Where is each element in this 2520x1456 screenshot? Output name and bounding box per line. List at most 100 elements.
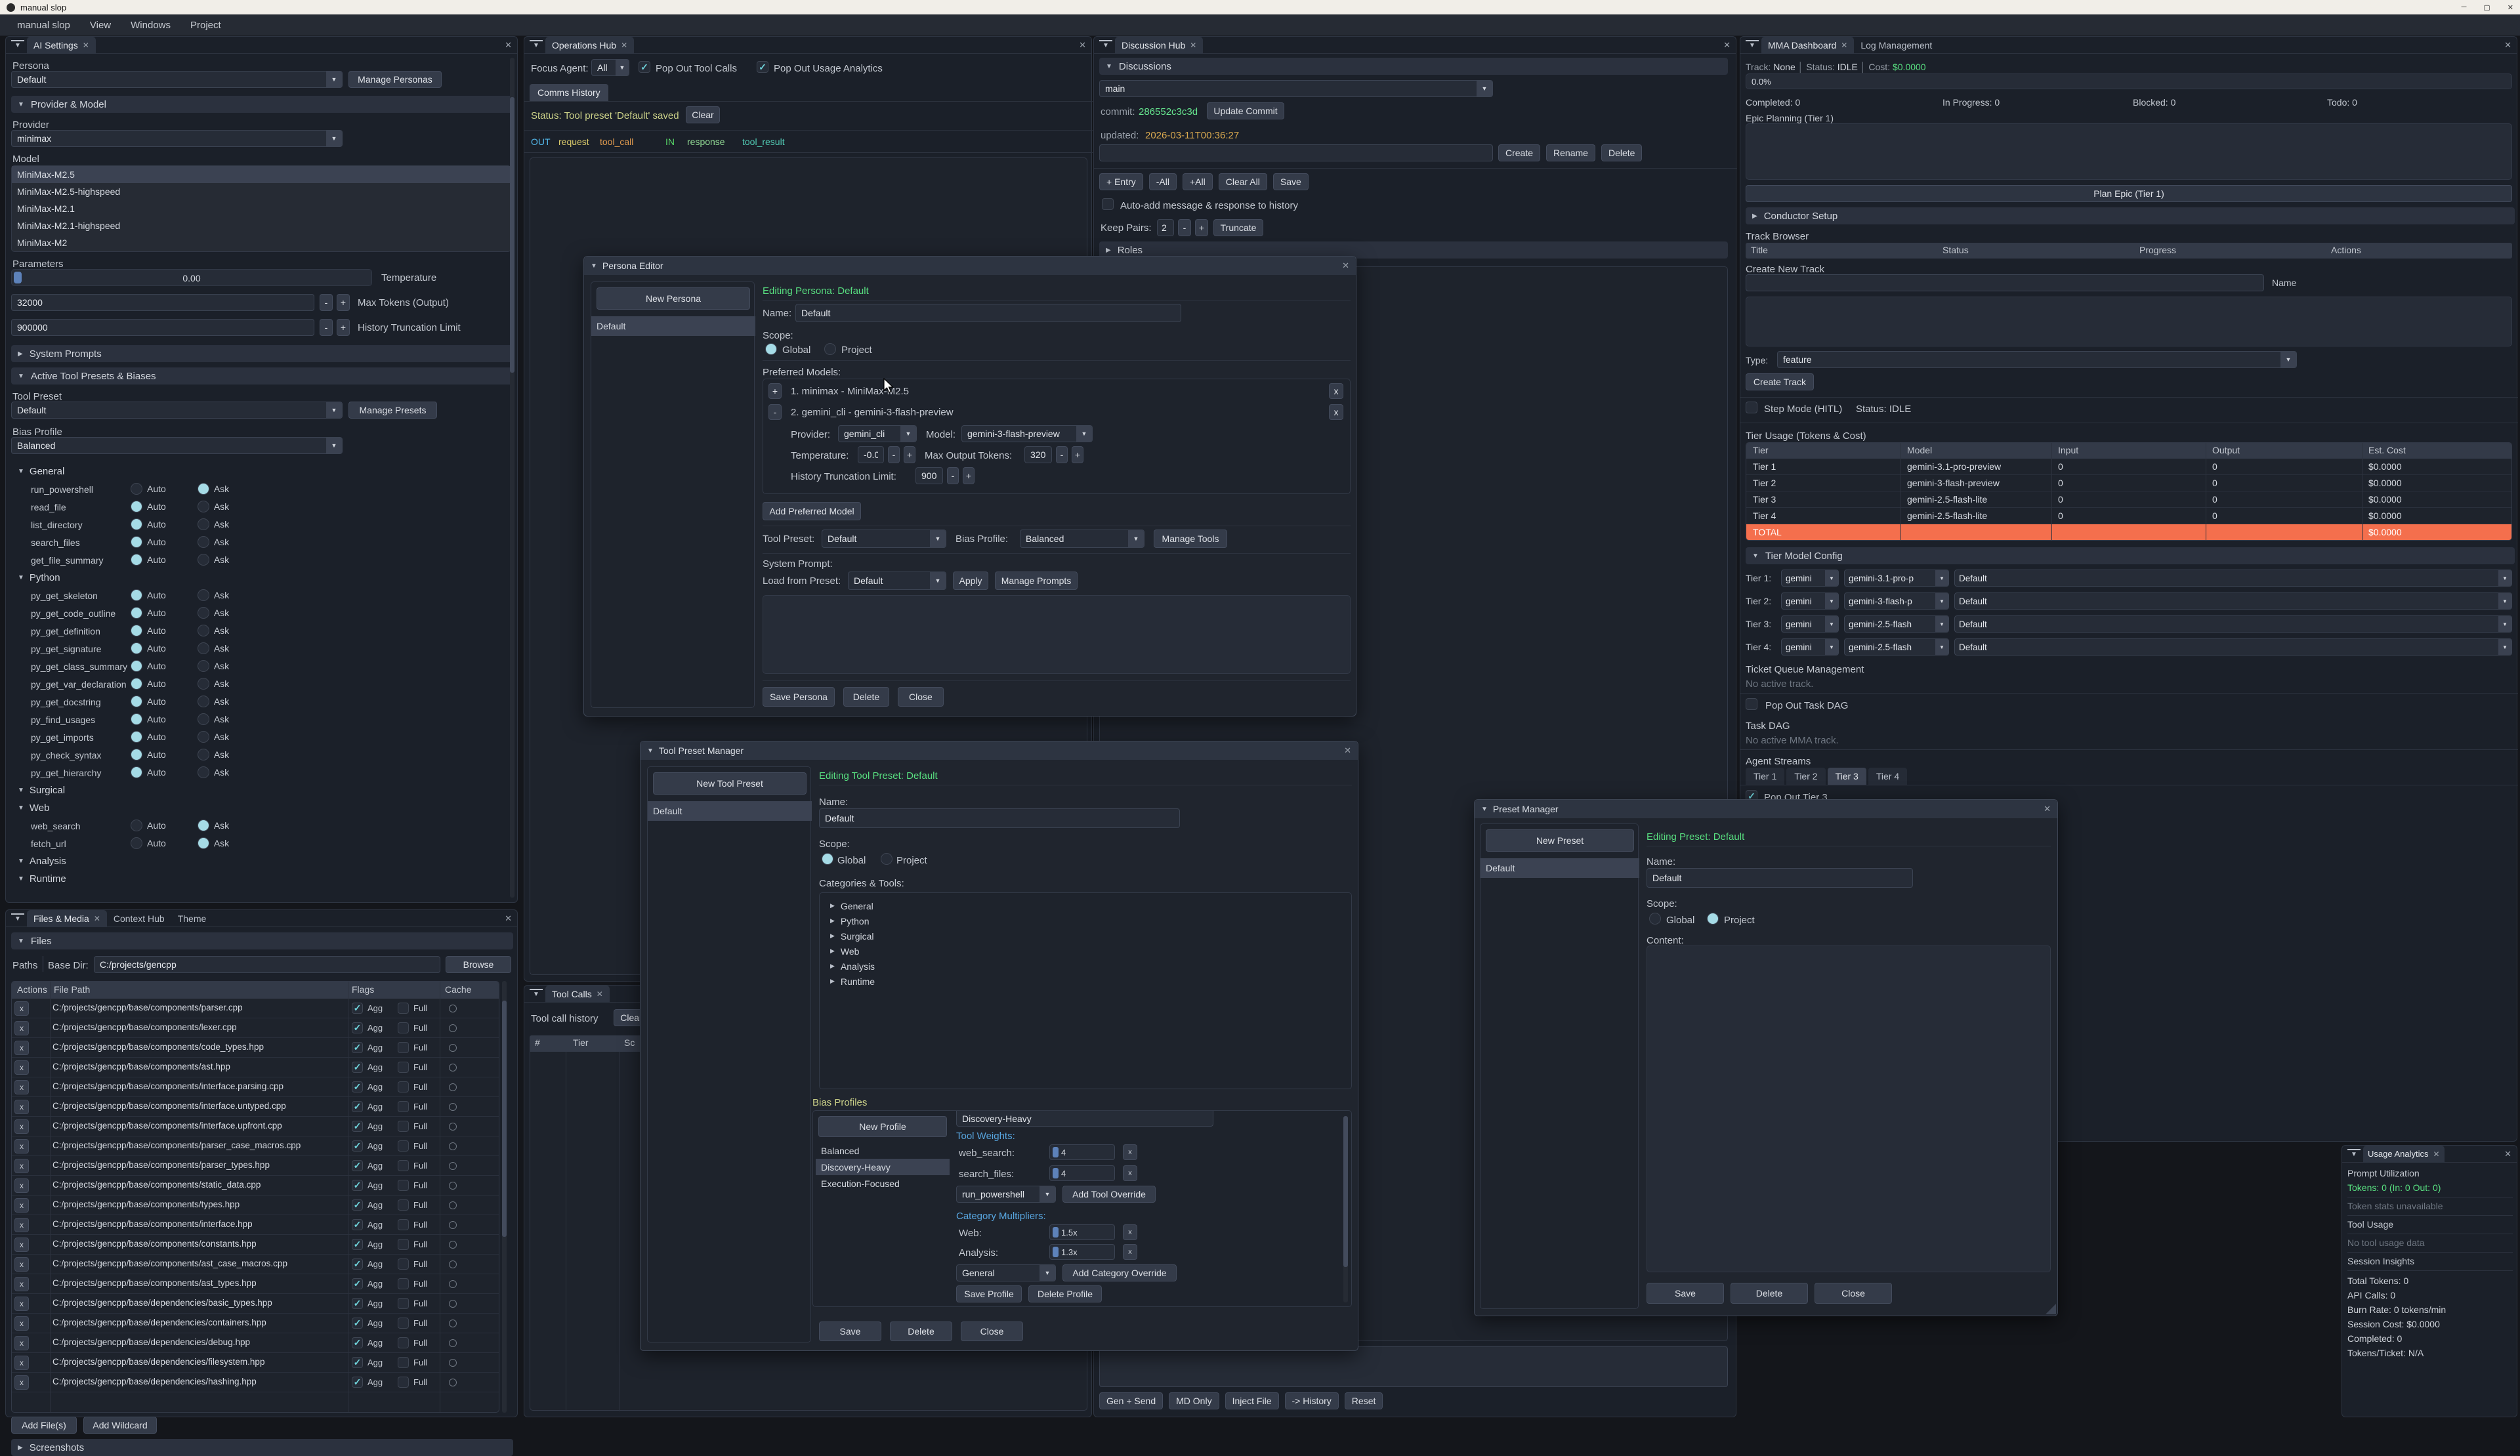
- provider-dropdown[interactable]: minimax▼: [11, 130, 343, 147]
- new-preset-button[interactable]: New Preset: [1486, 829, 1634, 852]
- panel-close-icon[interactable]: ✕: [505, 40, 512, 51]
- max-tokens-input[interactable]: [11, 294, 314, 311]
- agg-checkbox[interactable]: ✓: [352, 1199, 363, 1211]
- discussion-name-input[interactable]: [1099, 144, 1493, 161]
- tab-theme[interactable]: Theme: [171, 910, 213, 927]
- category-row[interactable]: ▶General: [820, 898, 1351, 913]
- tab-close-icon[interactable]: ✕: [83, 41, 89, 50]
- discussions-section[interactable]: ▼Discussions: [1099, 58, 1728, 75]
- remove-file-button[interactable]: x: [14, 1041, 29, 1055]
- auto-radio[interactable]: [131, 589, 142, 601]
- max-output-decrement-button[interactable]: -: [1056, 446, 1068, 463]
- auto-radio[interactable]: [131, 660, 142, 672]
- tab-close-icon[interactable]: ✕: [2433, 1150, 2440, 1159]
- tool-preset-dropdown[interactable]: Default▼: [11, 402, 343, 419]
- category-row[interactable]: ▶Web: [820, 944, 1351, 959]
- auto-radio[interactable]: [131, 766, 142, 778]
- minimize-icon[interactable]: ─: [2462, 3, 2467, 12]
- full-checkbox[interactable]: ✓: [398, 1022, 409, 1033]
- add-files-button[interactable]: Add File(s): [11, 1417, 77, 1434]
- panel-close-icon[interactable]: ✕: [2504, 1149, 2511, 1159]
- discussion-dropdown[interactable]: main▼: [1099, 80, 1493, 97]
- tier-provider-dropdown[interactable]: gemini▼: [1781, 638, 1839, 655]
- ask-radio[interactable]: [198, 625, 209, 636]
- panel-close-icon[interactable]: ✕: [1723, 40, 1731, 51]
- model-up-button[interactable]: +: [768, 383, 782, 399]
- save-preset-button[interactable]: Save: [1647, 1283, 1724, 1304]
- base-dir-input[interactable]: [94, 956, 440, 973]
- history-decrement-button[interactable]: -: [947, 467, 959, 484]
- ask-radio[interactable]: [198, 589, 209, 601]
- full-checkbox[interactable]: ✓: [398, 1357, 409, 1368]
- save-persona-button[interactable]: Save Persona: [763, 687, 835, 707]
- plan-epic-button[interactable]: Plan Epic (Tier 1): [1746, 185, 2512, 202]
- tab-files-media[interactable]: Files & Media✕: [27, 910, 107, 927]
- tab-ai-settings[interactable]: AI Settings✕: [27, 37, 96, 54]
- clear-status-button[interactable]: Clear: [686, 106, 720, 123]
- model-down-button[interactable]: -: [768, 404, 782, 420]
- menu-item[interactable]: Project: [190, 20, 221, 31]
- model-remove-button[interactable]: x: [1329, 383, 1343, 399]
- stream-tab[interactable]: Tier 2: [1786, 768, 1825, 785]
- mult-analysis-slider[interactable]: 1.3x: [1049, 1244, 1115, 1260]
- tier-model-dropdown[interactable]: gemini-3.1-pro-p▼: [1844, 570, 1949, 587]
- full-checkbox[interactable]: ✓: [398, 1101, 409, 1112]
- persona-dropdown[interactable]: Default▼: [11, 71, 343, 88]
- ai-settings-scrollbar[interactable]: [510, 58, 514, 898]
- resize-grip[interactable]: [2046, 1304, 2056, 1314]
- history-limit-decrement-button[interactable]: -: [320, 319, 333, 336]
- tool-preset-list-item[interactable]: Default: [648, 801, 812, 821]
- tier-model-dropdown[interactable]: gemini-2.5-flash▼: [1844, 638, 1949, 655]
- ask-radio[interactable]: [198, 660, 209, 672]
- collapse-icon[interactable]: ▼: [1099, 40, 1112, 51]
- keep-pairs-decrement-button[interactable]: -: [1178, 219, 1191, 236]
- remove-weight-button[interactable]: x: [1123, 1144, 1137, 1160]
- category-row[interactable]: ▶Analysis: [820, 959, 1351, 974]
- remove-file-button[interactable]: x: [14, 1238, 29, 1252]
- tab-usage-analytics[interactable]: Usage Analytics✕: [2363, 1146, 2445, 1163]
- panel-close-icon[interactable]: ✕: [2504, 40, 2511, 51]
- tab-close-icon[interactable]: ✕: [597, 989, 603, 999]
- ask-radio[interactable]: [198, 554, 209, 566]
- ask-radio[interactable]: [198, 820, 209, 831]
- full-checkbox[interactable]: ✓: [398, 1121, 409, 1132]
- agg-checkbox[interactable]: ✓: [352, 1160, 363, 1171]
- load-from-preset-dropdown[interactable]: Default▼: [848, 572, 946, 590]
- conductor-setup-section[interactable]: ▶Conductor Setup: [1746, 207, 2515, 224]
- tab-log-management[interactable]: Log Management: [1854, 37, 1939, 54]
- full-checkbox[interactable]: ✓: [398, 1377, 409, 1388]
- pm-provider-dropdown[interactable]: gemini_cli▼: [838, 425, 917, 442]
- agg-checkbox[interactable]: ✓: [352, 1101, 363, 1112]
- collapse-icon[interactable]: ▼: [11, 913, 24, 924]
- scope-global-radio[interactable]: [822, 853, 833, 865]
- tool-group-header[interactable]: ▼Web: [18, 802, 49, 814]
- remove-weight-button[interactable]: x: [1123, 1165, 1137, 1181]
- collapse-icon[interactable]: ▼: [2347, 1149, 2361, 1159]
- autoadd-checkbox[interactable]: ✓: [1102, 198, 1114, 210]
- preset-manager-titlebar[interactable]: ▼Preset Manager✕: [1475, 800, 2057, 818]
- close-preset-manager-button[interactable]: Close: [1815, 1283, 1892, 1304]
- screenshots-section[interactable]: ▶Screenshots: [11, 1439, 513, 1456]
- entry-button[interactable]: -All: [1149, 173, 1177, 190]
- entry-button[interactable]: +All: [1183, 173, 1213, 190]
- pm-history-input[interactable]: [915, 467, 943, 484]
- temperature-slider[interactable]: 0.00: [11, 269, 372, 286]
- full-checkbox[interactable]: ✓: [398, 1199, 409, 1211]
- entry-button[interactable]: + Entry: [1099, 173, 1143, 190]
- close-tpm-button[interactable]: Close: [961, 1321, 1023, 1341]
- preset-name-input[interactable]: [1647, 868, 1913, 888]
- persona-list-item[interactable]: Default: [591, 316, 755, 336]
- agg-checkbox[interactable]: ✓: [352, 1337, 363, 1348]
- message-input[interactable]: [1099, 1346, 1728, 1387]
- remove-mult-button[interactable]: x: [1123, 1224, 1137, 1240]
- collapse-icon[interactable]: ▼: [530, 40, 543, 51]
- auto-radio[interactable]: [131, 713, 142, 725]
- stream-tab[interactable]: Tier 1: [1746, 768, 1784, 785]
- auto-radio[interactable]: [131, 749, 142, 760]
- new-profile-button[interactable]: New Profile: [818, 1116, 947, 1137]
- mult-web-slider[interactable]: 1.5x: [1049, 1224, 1115, 1240]
- manage-personas-button[interactable]: Manage Personas: [348, 71, 442, 88]
- model-list-item[interactable]: MiniMax-M2: [12, 234, 511, 251]
- pe-bias-profile-dropdown[interactable]: Balanced▼: [1020, 530, 1144, 548]
- manage-tools-button[interactable]: Manage Tools: [1154, 530, 1227, 548]
